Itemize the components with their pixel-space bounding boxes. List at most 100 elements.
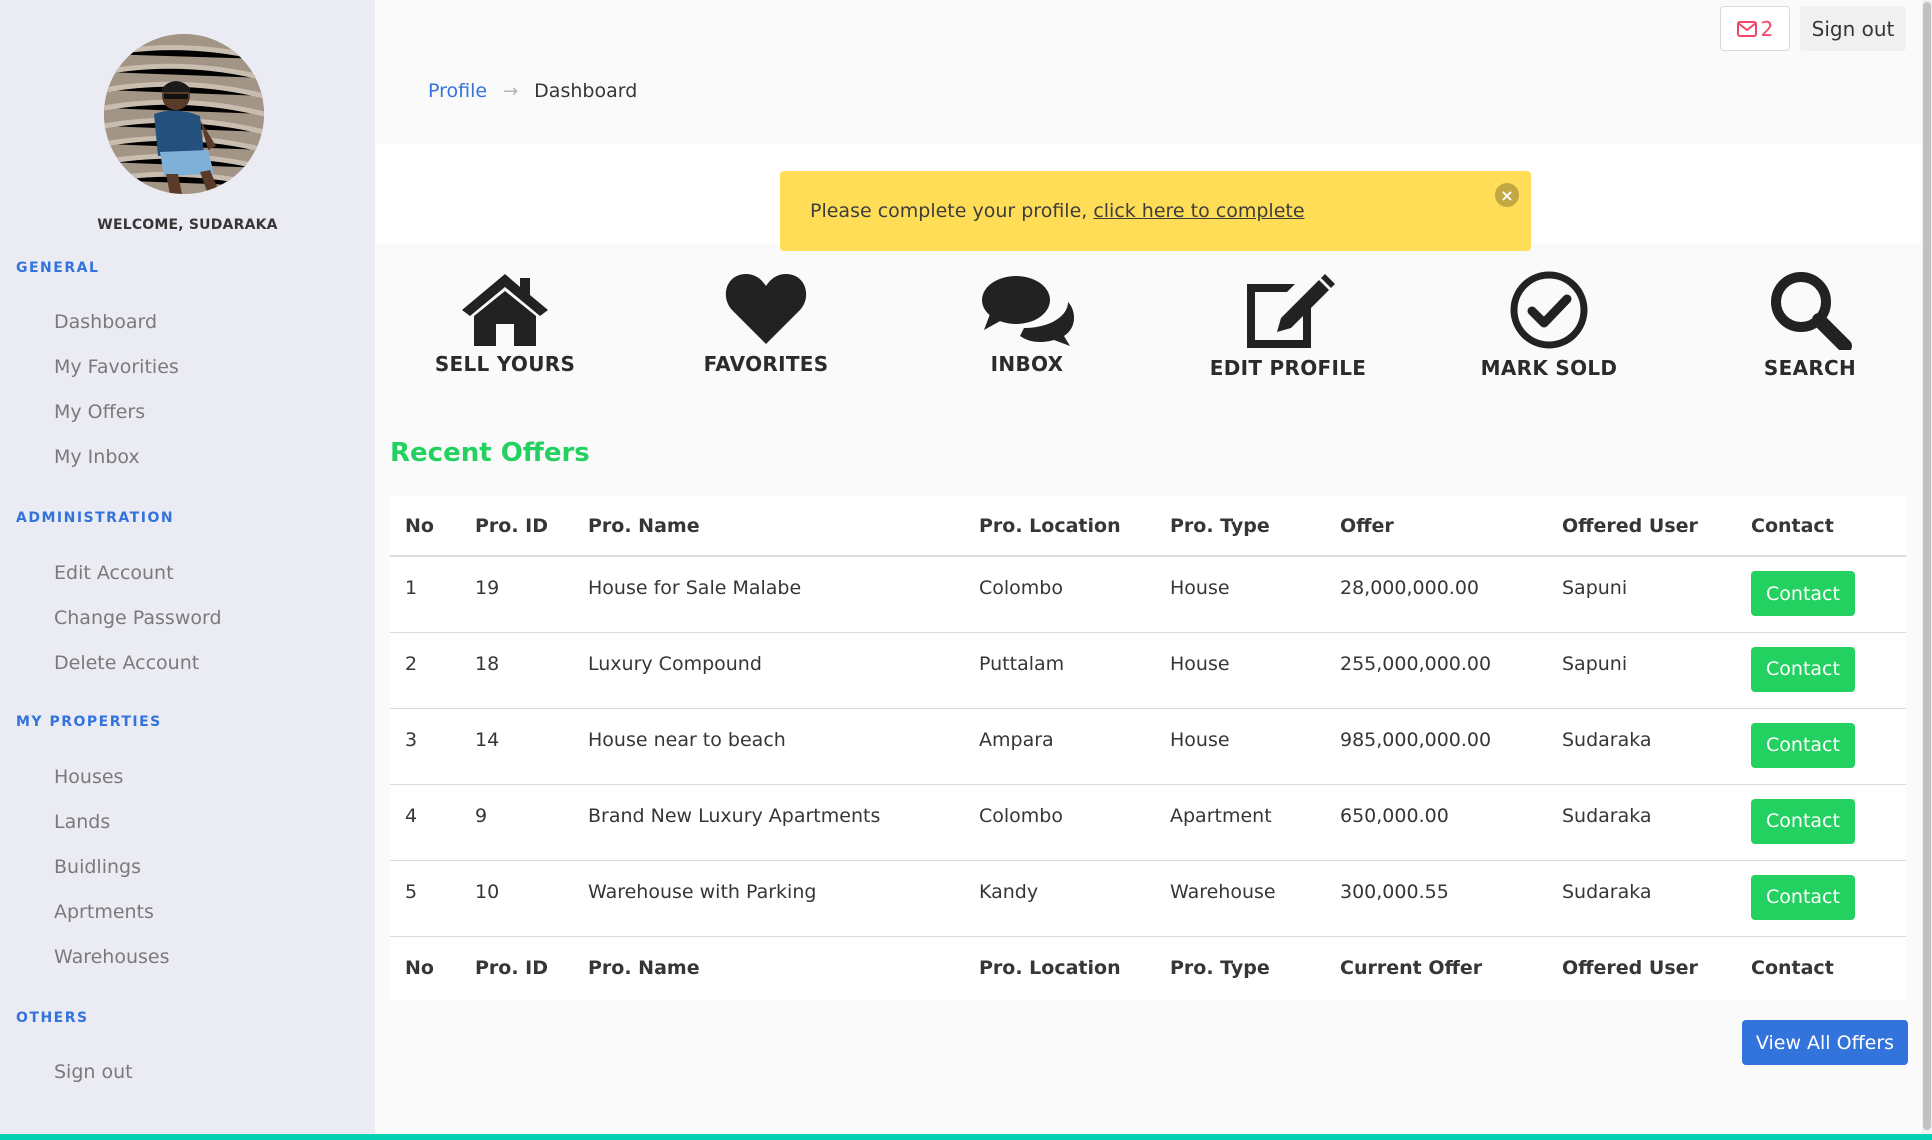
cell-pro-name: House near to beach — [573, 708, 964, 785]
table-header-row: No Pro. ID Pro. Name Pro. Location Pro. … — [390, 496, 1906, 557]
cell-pro-name: House for Sale Malabe — [573, 556, 964, 633]
edit-icon — [1247, 274, 1335, 348]
cell-pro-location: Colombo — [964, 556, 1155, 633]
action-label: INBOX — [990, 352, 1064, 376]
sidebar-item-lands[interactable]: Lands — [54, 811, 110, 833]
cell-no: 1 — [390, 556, 460, 633]
cell-contact: Contact — [1736, 784, 1906, 861]
cell-no: 3 — [390, 708, 460, 785]
cell-contact: Contact — [1736, 860, 1906, 937]
cell-pro-id: 9 — [460, 784, 573, 861]
sidebar-item-my-favorities[interactable]: My Favorities — [54, 356, 179, 378]
cell-pro-type: Apartment — [1155, 784, 1325, 861]
header-offer: Offer — [1325, 496, 1547, 557]
close-icon[interactable]: × — [1495, 183, 1519, 207]
contact-button[interactable]: Contact — [1751, 646, 1855, 692]
sidebar-item-change-password[interactable]: Change Password — [54, 607, 222, 629]
table-row: 5 10 Warehouse with Parking Kandy Wareho… — [390, 860, 1906, 937]
header-pro-type: Pro. Type — [1155, 496, 1325, 557]
cell-no: 2 — [390, 632, 460, 709]
contact-button[interactable]: Contact — [1751, 571, 1855, 616]
contact-button[interactable]: Contact — [1751, 798, 1855, 844]
breadcrumb-profile-link[interactable]: Profile — [428, 80, 487, 102]
avatar[interactable] — [104, 34, 264, 194]
cell-pro-location: Kandy — [964, 860, 1155, 937]
contact-button[interactable]: Contact — [1751, 722, 1855, 768]
cell-pro-id: 14 — [460, 708, 573, 785]
recent-offers-title: Recent Offers — [390, 438, 590, 468]
heart-icon — [725, 274, 807, 344]
profile-photo — [104, 34, 264, 194]
action-favorites[interactable]: FAVORITES — [666, 270, 866, 376]
menu-label-others: OTHERS — [16, 1010, 89, 1026]
cell-offer: 985,000,000.00 — [1325, 708, 1547, 785]
sidebar-item-sign-out[interactable]: Sign out — [54, 1061, 133, 1083]
breadcrumb: Profile → Dashboard — [428, 80, 637, 102]
cell-offered-user: Sudaraka — [1547, 708, 1736, 785]
home-icon — [462, 274, 548, 346]
scrollbar-thumb[interactable] — [1923, 2, 1931, 1130]
cell-pro-id: 19 — [460, 556, 573, 633]
action-sell-yours[interactable]: SELL YOURS — [405, 270, 605, 376]
table-footer-row: No Pro. ID Pro. Name Pro. Location Pro. … — [390, 935, 1906, 1000]
cell-pro-name: Warehouse with Parking — [573, 860, 964, 937]
cell-contact: Contact — [1736, 556, 1906, 633]
footer-current-offer: Current Offer — [1325, 935, 1547, 1000]
cell-pro-location: Colombo — [964, 784, 1155, 861]
mail-count: 2 — [1760, 16, 1774, 41]
sidebar-item-buidlings[interactable]: Buidlings — [54, 856, 141, 878]
sidebar-item-my-offers[interactable]: My Offers — [54, 401, 145, 423]
view-all-offers-button[interactable]: View All Offers — [1742, 1020, 1908, 1065]
sidebar-item-edit-account[interactable]: Edit Account — [54, 562, 174, 584]
envelope-icon — [1736, 20, 1757, 37]
welcome-text: WELCOME, SUDARAKA — [97, 217, 278, 233]
cell-offer: 28,000,000.00 — [1325, 556, 1547, 633]
breadcrumb-current: Dashboard — [534, 80, 638, 102]
header-no: No — [390, 496, 460, 557]
sidebar-item-my-inbox[interactable]: My Inbox — [54, 446, 140, 468]
action-label: FAVORITES — [703, 352, 829, 376]
action-search[interactable]: SEARCH — [1710, 270, 1910, 380]
cell-no: 4 — [390, 784, 460, 861]
inbox-notification-button[interactable]: 2 — [1720, 6, 1790, 51]
footer-contact: Contact — [1736, 935, 1906, 1000]
action-edit-profile[interactable]: EDIT PROFILE — [1188, 270, 1388, 380]
profile-completion-notification: Please complete your profile, click here… — [780, 171, 1531, 251]
cell-pro-type: House — [1155, 556, 1325, 633]
header-offered-user: Offered User — [1547, 496, 1736, 557]
cell-contact: Contact — [1736, 708, 1906, 785]
table-row: 2 18 Luxury Compound Puttalam House 255,… — [390, 632, 1906, 709]
table-row: 4 9 Brand New Luxury Apartments Colombo … — [390, 784, 1906, 861]
cell-offered-user: Sapuni — [1547, 556, 1736, 633]
cell-offer: 300,000.55 — [1325, 860, 1547, 937]
table-row: 3 14 House near to beach Ampara House 98… — [390, 708, 1906, 785]
signout-button[interactable]: Sign out — [1800, 6, 1906, 51]
cell-contact: Contact — [1736, 632, 1906, 709]
comments-icon — [982, 276, 1074, 346]
footer-no: No — [390, 935, 460, 1000]
cell-offer: 650,000.00 — [1325, 784, 1547, 861]
menu-label-my-properties: MY PROPERTIES — [16, 714, 162, 730]
sidebar: WELCOME, SUDARAKA GENERAL Dashboard My F… — [0, 0, 375, 1140]
footer-pro-type: Pro. Type — [1155, 935, 1325, 1000]
sidebar-item-houses[interactable]: Houses — [54, 766, 123, 788]
breadcrumb-arrow-icon: → — [503, 80, 519, 102]
header-contact: Contact — [1736, 496, 1906, 557]
cell-pro-name: Luxury Compound — [573, 632, 964, 709]
sidebar-item-warehouses[interactable]: Warehouses — [54, 946, 170, 968]
action-mark-sold[interactable]: MARK SOLD — [1449, 270, 1649, 380]
header-pro-name: Pro. Name — [573, 496, 964, 557]
sidebar-item-delete-account[interactable]: Delete Account — [54, 652, 199, 674]
contact-button[interactable]: Contact — [1751, 874, 1855, 920]
cell-offer: 255,000,000.00 — [1325, 632, 1547, 709]
notification-text: Please complete your profile, — [810, 200, 1088, 222]
header-pro-location: Pro. Location — [964, 496, 1155, 557]
footer-pro-name: Pro. Name — [573, 935, 964, 1000]
action-inbox[interactable]: INBOX — [927, 270, 1127, 376]
bottom-accent-bar — [0, 1134, 1932, 1140]
action-label: SELL YOURS — [434, 352, 576, 376]
sidebar-item-aprtments[interactable]: Aprtments — [54, 901, 154, 923]
cell-pro-location: Puttalam — [964, 632, 1155, 709]
complete-profile-link[interactable]: click here to complete — [1093, 200, 1304, 222]
sidebar-item-dashboard[interactable]: Dashboard — [54, 311, 157, 333]
